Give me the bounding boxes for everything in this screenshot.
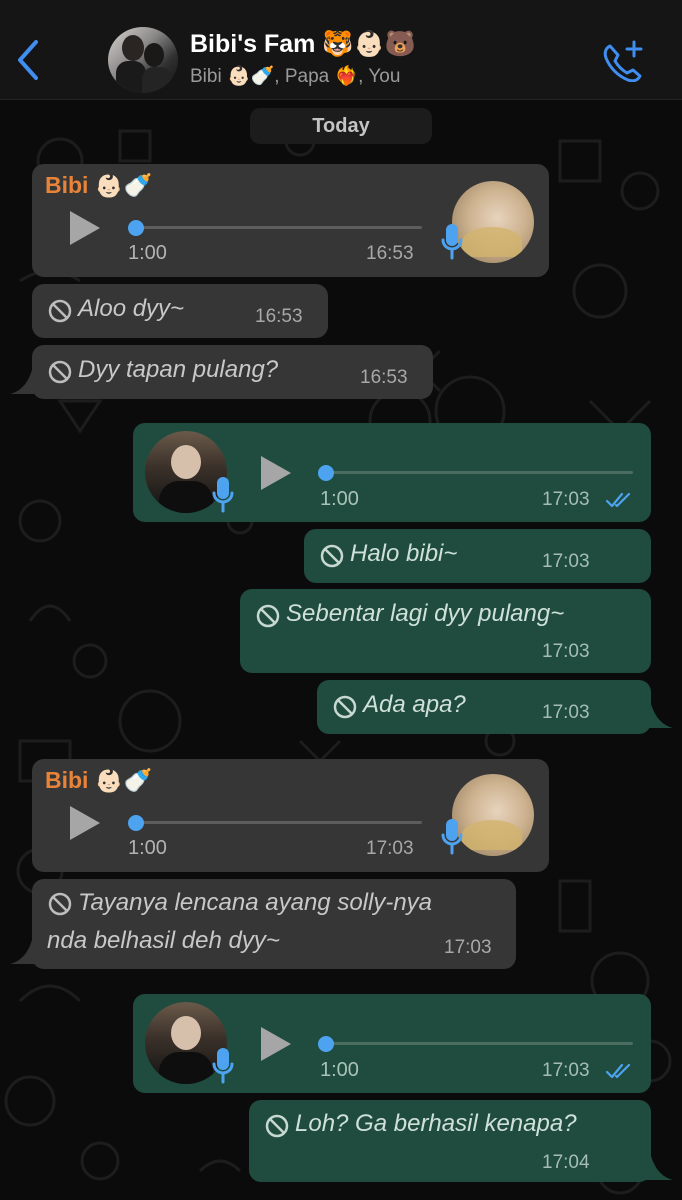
outgoing-voice-message[interactable]: 1:00 17:03 bbox=[133, 423, 651, 522]
incoming-deleted-message[interactable]: Dyy tapan pulang? 16:53 bbox=[32, 345, 433, 399]
outgoing-deleted-message[interactable]: Halo bibi~ 17:03 bbox=[304, 529, 651, 583]
message-text: Loh? Ga berhasil kenapa? bbox=[295, 1110, 577, 1137]
message-time: 17:03 bbox=[542, 489, 590, 510]
message-text-line1: Tayanya lencana ayang solly-nya bbox=[78, 889, 433, 916]
voice-duration: 1:00 bbox=[128, 242, 167, 264]
message-time: 17:03 bbox=[542, 702, 590, 723]
voice-duration: 1:00 bbox=[128, 837, 167, 859]
voice-progress-track[interactable] bbox=[132, 821, 422, 824]
message-time: 17:03 bbox=[542, 1060, 590, 1081]
deleted-icon bbox=[265, 1114, 289, 1138]
message-time: 17:04 bbox=[542, 1152, 590, 1173]
sender-name: Bibi 👶🏻🍼 bbox=[45, 172, 153, 198]
message-time: 16:53 bbox=[366, 243, 414, 264]
voice-duration: 1:00 bbox=[320, 1059, 359, 1081]
voice-progress-track[interactable] bbox=[323, 1042, 633, 1045]
chevron-left-icon bbox=[18, 40, 38, 80]
deleted-icon bbox=[48, 892, 72, 916]
read-receipt-icon bbox=[605, 1063, 631, 1079]
chat-header: Bibi's Fam 🐯👶🏻🐻 Bibi 👶🏻🍼, Papa ❤️‍🔥, You bbox=[0, 0, 682, 100]
message-time: 17:03 bbox=[366, 838, 414, 859]
voice-progress-knob[interactable] bbox=[128, 815, 144, 831]
date-separator: Today bbox=[250, 108, 432, 144]
phone-plus-icon bbox=[603, 40, 643, 83]
incoming-deleted-message[interactable]: Aloo dyy~ 16:53 bbox=[32, 284, 328, 338]
voice-duration: 1:00 bbox=[320, 488, 359, 510]
outgoing-deleted-message[interactable]: Ada apa? 17:03 bbox=[317, 680, 651, 734]
deleted-icon bbox=[333, 695, 357, 719]
message-text: Sebentar lagi dyy pulang~ bbox=[286, 600, 565, 627]
voice-progress-knob[interactable] bbox=[318, 1036, 334, 1052]
sender-avatar bbox=[452, 774, 534, 856]
incoming-deleted-message[interactable]: Tayanya lencana ayang solly-nya nda belh… bbox=[32, 879, 516, 969]
message-time: 17:03 bbox=[542, 551, 590, 572]
play-icon[interactable] bbox=[70, 806, 100, 840]
voice-progress-knob[interactable] bbox=[128, 220, 144, 236]
mic-icon bbox=[212, 1048, 234, 1084]
outgoing-voice-message[interactable]: 1:00 17:03 bbox=[133, 994, 651, 1093]
message-text: Aloo dyy~ bbox=[78, 295, 185, 322]
deleted-icon bbox=[256, 604, 280, 628]
play-icon[interactable] bbox=[261, 456, 291, 490]
chat-title[interactable]: Bibi's Fam 🐯👶🏻🐻 bbox=[190, 30, 416, 59]
message-time: 17:03 bbox=[444, 937, 492, 958]
deleted-icon bbox=[320, 544, 344, 568]
outgoing-deleted-message[interactable]: Loh? Ga berhasil kenapa? 17:04 bbox=[249, 1100, 651, 1182]
mic-icon bbox=[212, 477, 234, 513]
incoming-voice-message[interactable]: Bibi 👶🏻🍼 1:00 17:03 bbox=[32, 759, 549, 872]
message-text: Dyy tapan pulang? bbox=[78, 356, 279, 383]
message-text-line2: nda belhasil deh dyy~ bbox=[47, 927, 280, 954]
back-button[interactable] bbox=[12, 38, 46, 82]
play-icon[interactable] bbox=[70, 211, 100, 245]
voice-progress-track[interactable] bbox=[132, 226, 422, 229]
mic-icon bbox=[441, 224, 463, 260]
voice-progress-track[interactable] bbox=[323, 471, 633, 474]
mic-icon bbox=[441, 819, 463, 855]
message-time: 16:53 bbox=[360, 367, 408, 388]
deleted-icon bbox=[48, 360, 72, 384]
group-avatar[interactable] bbox=[108, 27, 178, 93]
read-receipt-icon bbox=[605, 492, 631, 508]
voice-progress-knob[interactable] bbox=[318, 465, 334, 481]
message-time: 16:53 bbox=[255, 306, 303, 327]
outgoing-deleted-message[interactable]: Sebentar lagi dyy pulang~ 17:03 bbox=[240, 589, 651, 673]
message-time: 17:03 bbox=[542, 641, 590, 662]
incoming-voice-message[interactable]: Bibi 👶🏻🍼 1:00 16:53 bbox=[32, 164, 549, 277]
message-text: Halo bibi~ bbox=[350, 540, 458, 567]
deleted-icon bbox=[48, 299, 72, 323]
sender-avatar bbox=[452, 181, 534, 263]
play-icon[interactable] bbox=[261, 1027, 291, 1061]
message-text: Ada apa? bbox=[363, 691, 466, 718]
add-call-button[interactable] bbox=[600, 38, 648, 83]
chat-participants[interactable]: Bibi 👶🏻🍼, Papa ❤️‍🔥, You bbox=[190, 64, 400, 88]
sender-name: Bibi 👶🏻🍼 bbox=[45, 767, 153, 793]
